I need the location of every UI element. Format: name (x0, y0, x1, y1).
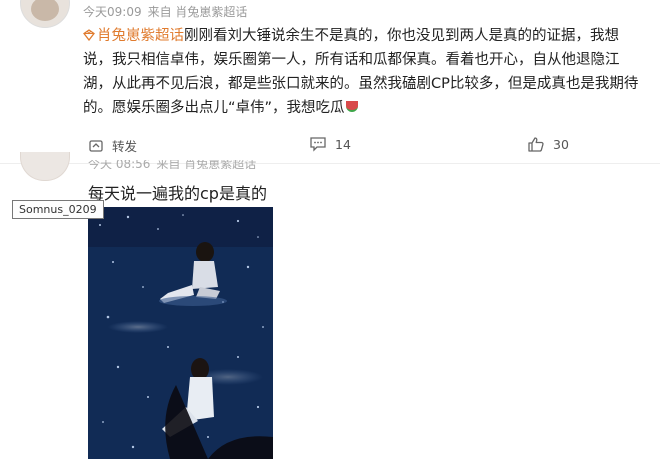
super-topic-icon (83, 29, 95, 41)
post-image[interactable] (88, 207, 273, 459)
post-source[interactable]: 来自 肖兔崽紫超话 (156, 160, 256, 169)
timestamp: 今天 08:56 (88, 160, 151, 169)
avatar[interactable] (20, 152, 70, 181)
post-body: 每天说一遍我的cp是真的 (88, 184, 267, 203)
post-meta: 今天09:09 来自 肖兔崽紫超话 (83, 3, 247, 20)
avatar[interactable] (20, 0, 70, 28)
post-text: 肖兔崽紫超话刚刚看刘大锤说余生不是真的，你也没见到两人是真的的证据，我想说，我只… (83, 24, 643, 120)
repost-icon (89, 139, 103, 152)
post-meta: 今天 08:56 来自 肖兔崽紫超话 (88, 160, 256, 169)
comment-count: 14 (335, 136, 351, 152)
repost-label: 转发 (112, 139, 138, 154)
super-topic-link[interactable]: 肖兔崽紫超话 (97, 28, 184, 44)
thumbs-up-icon (528, 137, 544, 152)
watermelon-emoji-icon (345, 101, 358, 112)
post-source[interactable]: 来自 肖兔崽紫超话 (148, 3, 248, 20)
like-count: 30 (553, 137, 569, 152)
repost-button[interactable]: 转发 (88, 136, 137, 155)
like-button[interactable]: 30 (527, 136, 569, 153)
comment-button[interactable]: 14 (309, 136, 351, 152)
post-actions: 转发 14 30 (0, 136, 660, 158)
username-tooltip: Somnus_0209 (12, 200, 104, 219)
timestamp: 今天09:09 (83, 5, 142, 19)
comment-icon (310, 137, 326, 152)
photo-scene (88, 207, 273, 459)
